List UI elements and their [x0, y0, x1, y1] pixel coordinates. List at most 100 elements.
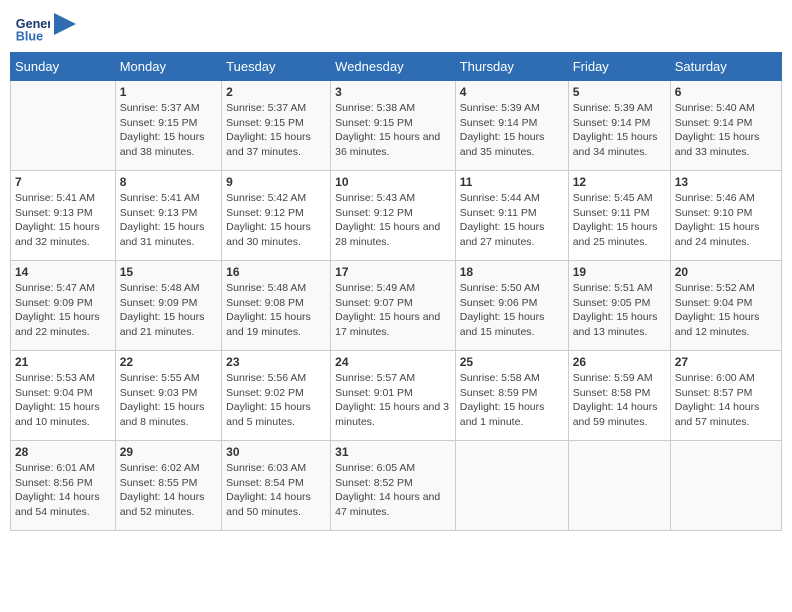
day-number: 30 [226, 445, 326, 459]
calendar-cell: 3 Sunrise: 5:38 AM Sunset: 9:15 PM Daylig… [331, 81, 456, 171]
cell-info: Sunrise: 5:45 AM Sunset: 9:11 PM Dayligh… [573, 191, 666, 250]
calendar-cell: 25 Sunrise: 5:58 AM Sunset: 8:59 PM Dayli… [455, 351, 568, 441]
logo: General Blue [14, 10, 76, 46]
cell-info: Sunrise: 5:52 AM Sunset: 9:04 PM Dayligh… [675, 281, 777, 340]
cell-info: Sunrise: 5:37 AM Sunset: 9:15 PM Dayligh… [120, 101, 217, 160]
cell-info: Sunrise: 5:41 AM Sunset: 9:13 PM Dayligh… [15, 191, 111, 250]
day-number: 25 [460, 355, 564, 369]
day-number: 24 [335, 355, 451, 369]
page-header: General Blue [10, 10, 782, 46]
day-number: 27 [675, 355, 777, 369]
calendar-cell: 27 Sunrise: 6:00 AM Sunset: 8:57 PM Dayli… [670, 351, 781, 441]
weekday-header-row: SundayMondayTuesdayWednesdayThursdayFrid… [11, 53, 782, 81]
day-number: 23 [226, 355, 326, 369]
weekday-header-friday: Friday [568, 53, 670, 81]
calendar-cell: 18 Sunrise: 5:50 AM Sunset: 9:06 PM Dayli… [455, 261, 568, 351]
calendar-cell: 31 Sunrise: 6:05 AM Sunset: 8:52 PM Dayli… [331, 441, 456, 531]
cell-info: Sunrise: 5:59 AM Sunset: 8:58 PM Dayligh… [573, 371, 666, 430]
calendar-cell: 24 Sunrise: 5:57 AM Sunset: 9:01 PM Dayli… [331, 351, 456, 441]
day-number: 7 [15, 175, 111, 189]
svg-text:Blue: Blue [16, 30, 43, 44]
weekday-header-saturday: Saturday [670, 53, 781, 81]
cell-info: Sunrise: 6:05 AM Sunset: 8:52 PM Dayligh… [335, 461, 451, 520]
calendar-cell: 22 Sunrise: 5:55 AM Sunset: 9:03 PM Dayli… [115, 351, 221, 441]
cell-info: Sunrise: 5:53 AM Sunset: 9:04 PM Dayligh… [15, 371, 111, 430]
day-number: 12 [573, 175, 666, 189]
cell-info: Sunrise: 5:38 AM Sunset: 9:15 PM Dayligh… [335, 101, 451, 160]
calendar-cell: 2 Sunrise: 5:37 AM Sunset: 9:15 PM Daylig… [222, 81, 331, 171]
day-number: 3 [335, 85, 451, 99]
day-number: 20 [675, 265, 777, 279]
cell-info: Sunrise: 5:43 AM Sunset: 9:12 PM Dayligh… [335, 191, 451, 250]
calendar-cell [11, 81, 116, 171]
calendar-cell: 8 Sunrise: 5:41 AM Sunset: 9:13 PM Daylig… [115, 171, 221, 261]
cell-info: Sunrise: 5:58 AM Sunset: 8:59 PM Dayligh… [460, 371, 564, 430]
logo-arrow-icon [54, 13, 76, 35]
calendar-cell: 19Sunrise: 5:51 AM Sunset: 9:05 PM Dayli… [568, 261, 670, 351]
weekday-header-tuesday: Tuesday [222, 53, 331, 81]
cell-info: Sunrise: 5:39 AM Sunset: 9:14 PM Dayligh… [573, 101, 666, 160]
day-number: 8 [120, 175, 217, 189]
calendar-cell: 17 Sunrise: 5:49 AM Sunset: 9:07 PM Dayli… [331, 261, 456, 351]
day-number: 15 [120, 265, 217, 279]
calendar-cell: 7 Sunrise: 5:41 AM Sunset: 9:13 PM Daylig… [11, 171, 116, 261]
calendar-cell: 16 Sunrise: 5:48 AM Sunset: 9:08 PM Dayli… [222, 261, 331, 351]
day-number: 11 [460, 175, 564, 189]
cell-info: Sunrise: 6:02 AM Sunset: 8:55 PM Dayligh… [120, 461, 217, 520]
calendar-week-row: 14Sunrise: 5:47 AM Sunset: 9:09 PM Dayli… [11, 261, 782, 351]
calendar-cell: 23Sunrise: 5:56 AM Sunset: 9:02 PM Dayli… [222, 351, 331, 441]
calendar-cell: 14Sunrise: 5:47 AM Sunset: 9:09 PM Dayli… [11, 261, 116, 351]
day-number: 1 [120, 85, 217, 99]
calendar-cell: 11 Sunrise: 5:44 AM Sunset: 9:11 PM Dayli… [455, 171, 568, 261]
weekday-header-wednesday: Wednesday [331, 53, 456, 81]
calendar-cell: 30 Sunrise: 6:03 AM Sunset: 8:54 PM Dayli… [222, 441, 331, 531]
calendar-cell: 1 Sunrise: 5:37 AM Sunset: 9:15 PM Daylig… [115, 81, 221, 171]
day-number: 18 [460, 265, 564, 279]
cell-info: Sunrise: 5:44 AM Sunset: 9:11 PM Dayligh… [460, 191, 564, 250]
day-number: 10 [335, 175, 451, 189]
calendar-week-row: 21 Sunrise: 5:53 AM Sunset: 9:04 PM Dayli… [11, 351, 782, 441]
calendar-cell: 9Sunrise: 5:42 AM Sunset: 9:12 PM Daylig… [222, 171, 331, 261]
calendar-cell: 12 Sunrise: 5:45 AM Sunset: 9:11 PM Dayli… [568, 171, 670, 261]
cell-info: Sunrise: 5:55 AM Sunset: 9:03 PM Dayligh… [120, 371, 217, 430]
calendar-week-row: 7 Sunrise: 5:41 AM Sunset: 9:13 PM Daylig… [11, 171, 782, 261]
calendar-table: SundayMondayTuesdayWednesdayThursdayFrid… [10, 52, 782, 531]
cell-info: Sunrise: 6:01 AM Sunset: 8:56 PM Dayligh… [15, 461, 111, 520]
day-number: 29 [120, 445, 217, 459]
cell-info: Sunrise: 6:03 AM Sunset: 8:54 PM Dayligh… [226, 461, 326, 520]
calendar-cell: 13Sunrise: 5:46 AM Sunset: 9:10 PM Dayli… [670, 171, 781, 261]
cell-info: Sunrise: 5:50 AM Sunset: 9:06 PM Dayligh… [460, 281, 564, 340]
calendar-cell: 28 Sunrise: 6:01 AM Sunset: 8:56 PM Dayli… [11, 441, 116, 531]
day-number: 16 [226, 265, 326, 279]
calendar-cell: 4Sunrise: 5:39 AM Sunset: 9:14 PM Daylig… [455, 81, 568, 171]
cell-info: Sunrise: 5:37 AM Sunset: 9:15 PM Dayligh… [226, 101, 326, 160]
calendar-cell: 20 Sunrise: 5:52 AM Sunset: 9:04 PM Dayli… [670, 261, 781, 351]
day-number: 22 [120, 355, 217, 369]
calendar-week-row: 28 Sunrise: 6:01 AM Sunset: 8:56 PM Dayli… [11, 441, 782, 531]
cell-info: Sunrise: 5:46 AM Sunset: 9:10 PM Dayligh… [675, 191, 777, 250]
calendar-cell: 29 Sunrise: 6:02 AM Sunset: 8:55 PM Dayli… [115, 441, 221, 531]
cell-info: Sunrise: 5:51 AM Sunset: 9:05 PM Dayligh… [573, 281, 666, 340]
day-number: 31 [335, 445, 451, 459]
calendar-cell: 26Sunrise: 5:59 AM Sunset: 8:58 PM Dayli… [568, 351, 670, 441]
logo-icon: General Blue [14, 10, 50, 46]
day-number: 2 [226, 85, 326, 99]
calendar-cell: 15Sunrise: 5:48 AM Sunset: 9:09 PM Dayli… [115, 261, 221, 351]
cell-info: Sunrise: 5:48 AM Sunset: 9:08 PM Dayligh… [226, 281, 326, 340]
calendar-week-row: 1 Sunrise: 5:37 AM Sunset: 9:15 PM Daylig… [11, 81, 782, 171]
calendar-cell: 5Sunrise: 5:39 AM Sunset: 9:14 PM Daylig… [568, 81, 670, 171]
day-number: 6 [675, 85, 777, 99]
day-number: 28 [15, 445, 111, 459]
cell-info: Sunrise: 5:41 AM Sunset: 9:13 PM Dayligh… [120, 191, 217, 250]
calendar-cell: 6 Sunrise: 5:40 AM Sunset: 9:14 PM Daylig… [670, 81, 781, 171]
calendar-cell: 10 Sunrise: 5:43 AM Sunset: 9:12 PM Dayli… [331, 171, 456, 261]
cell-info: Sunrise: 5:57 AM Sunset: 9:01 PM Dayligh… [335, 371, 451, 430]
day-number: 21 [15, 355, 111, 369]
cell-info: Sunrise: 5:40 AM Sunset: 9:14 PM Dayligh… [675, 101, 777, 160]
calendar-cell [455, 441, 568, 531]
cell-info: Sunrise: 6:00 AM Sunset: 8:57 PM Dayligh… [675, 371, 777, 430]
day-number: 4 [460, 85, 564, 99]
day-number: 17 [335, 265, 451, 279]
cell-info: Sunrise: 5:49 AM Sunset: 9:07 PM Dayligh… [335, 281, 451, 340]
day-number: 9 [226, 175, 326, 189]
